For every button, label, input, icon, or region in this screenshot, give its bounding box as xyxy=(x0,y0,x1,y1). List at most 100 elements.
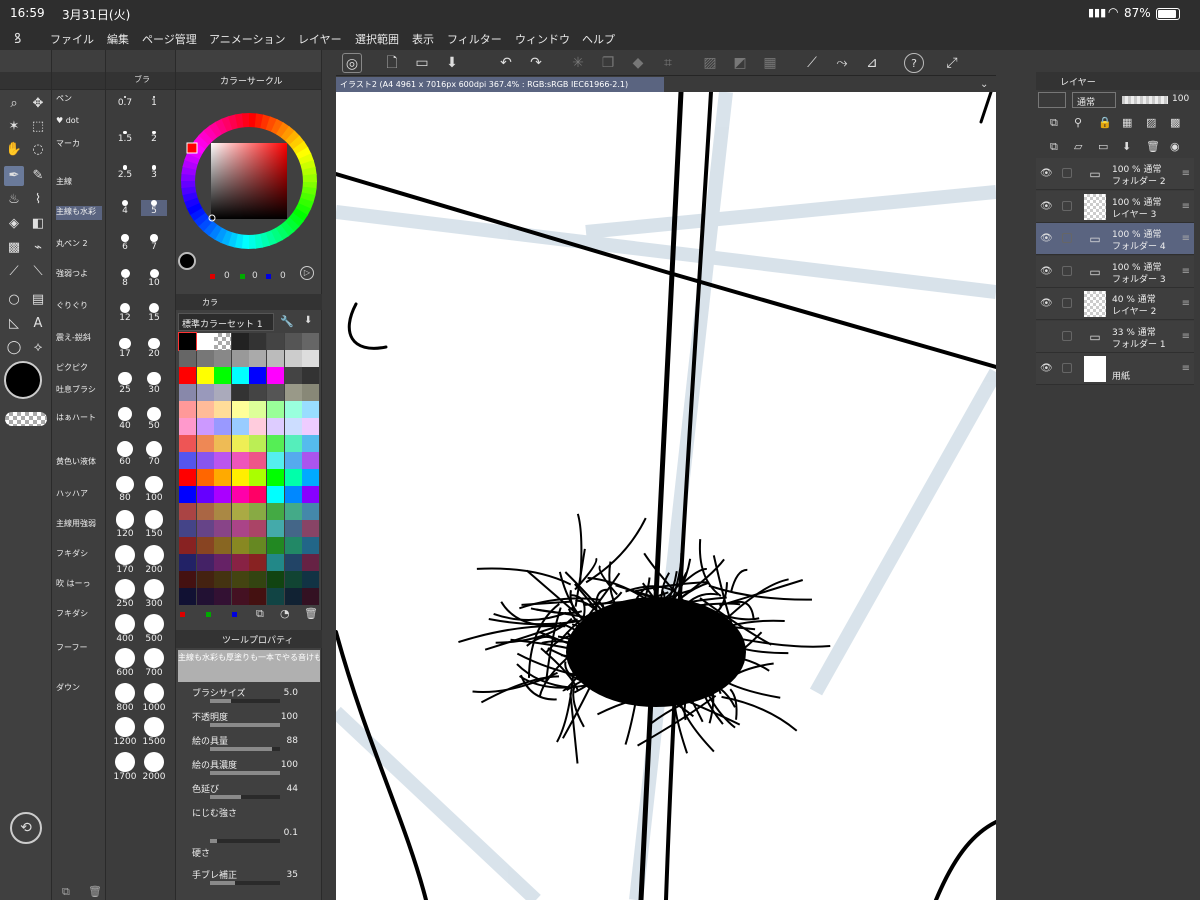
color-swatch[interactable] xyxy=(231,401,249,418)
color-swatch[interactable] xyxy=(249,588,267,605)
brush-size-item[interactable]: 500 xyxy=(141,613,167,644)
subtool-item[interactable]: はぁハート xyxy=(56,412,102,426)
color-swatch[interactable] xyxy=(284,520,302,537)
menu-page[interactable]: ページ管理 xyxy=(142,31,197,47)
color-swatch[interactable] xyxy=(267,350,284,367)
color-set-select[interactable]: 標準カラーセット 1 xyxy=(178,313,274,331)
transform-icon[interactable]: ✳ xyxy=(568,53,588,73)
color-swatch[interactable] xyxy=(249,571,267,588)
eraser-icon[interactable]: ◧ xyxy=(28,214,48,234)
color-swatch[interactable] xyxy=(231,503,249,520)
color-swatch[interactable] xyxy=(179,520,196,537)
lasso-icon[interactable]: ◌ xyxy=(28,140,48,160)
brush-size-item[interactable]: 5 xyxy=(141,199,167,216)
color-swatch[interactable] xyxy=(267,520,284,537)
color-swatch[interactable] xyxy=(302,554,320,571)
brush-size-item[interactable]: 12 xyxy=(112,303,138,323)
fullscreen-icon[interactable]: ⤢ xyxy=(942,53,962,73)
brush-size-item[interactable]: 20 xyxy=(141,337,167,359)
main-color-swatch[interactable] xyxy=(4,361,42,399)
ruler-layer-icon[interactable]: ▩ xyxy=(1170,116,1180,129)
brush-size-item[interactable]: 60 xyxy=(112,441,138,467)
subtool-item[interactable]: 吹 はーっ xyxy=(56,578,102,592)
layer-menu-icon[interactable]: ≡ xyxy=(1182,233,1190,244)
brush-size-item[interactable]: 2.5 xyxy=(112,165,138,180)
clip-icon[interactable]: ⧉ xyxy=(1050,116,1058,130)
color-swatch[interactable] xyxy=(302,588,320,605)
menu-selection[interactable]: 選択範囲 xyxy=(355,31,399,47)
color-swatch[interactable] xyxy=(231,367,249,384)
color-swatch[interactable] xyxy=(196,537,214,554)
text-icon[interactable]: A xyxy=(28,314,48,334)
color-swatch[interactable] xyxy=(284,333,302,350)
color-swatch[interactable] xyxy=(284,452,302,469)
brush-size-item[interactable]: 100 xyxy=(141,475,167,503)
color-swatch[interactable] xyxy=(267,469,284,486)
copy-icon[interactable]: ❐ xyxy=(598,53,618,73)
color-swatch[interactable] xyxy=(214,350,232,367)
balloon-icon[interactable]: ◯ xyxy=(4,338,24,358)
subtool-item[interactable]: 黄色い液体 xyxy=(56,456,102,470)
color-swatch[interactable] xyxy=(267,401,284,418)
brush-size-item[interactable]: 400 xyxy=(112,613,138,644)
color-swatch[interactable] xyxy=(196,469,214,486)
subtool-item[interactable]: 主線用強弱 xyxy=(56,518,102,532)
color-swatch[interactable] xyxy=(179,418,196,435)
brush-size-item[interactable]: 1 xyxy=(141,96,167,108)
modifier-key-icon[interactable]: ⟲ xyxy=(10,812,42,844)
color-swatch[interactable] xyxy=(302,452,320,469)
invert-selection-icon[interactable]: ◩ xyxy=(730,53,750,73)
brush-size-item[interactable]: 10 xyxy=(141,268,167,288)
document-tab[interactable]: イラスト2 (A4 4961 x 7016px 600dpi 367.4% : … xyxy=(336,77,664,92)
brush-size-item[interactable]: 600 xyxy=(112,648,138,678)
color-swatch[interactable] xyxy=(284,503,302,520)
color-swatch[interactable] xyxy=(196,486,214,503)
transfer-down-icon[interactable]: ⬇ xyxy=(1122,140,1131,153)
color-swatch[interactable] xyxy=(284,384,302,401)
brush-size-item[interactable]: 70 xyxy=(141,441,167,467)
help-icon[interactable]: ? xyxy=(904,53,924,73)
color-swatch[interactable] xyxy=(302,401,320,418)
color-swatch[interactable] xyxy=(284,435,302,452)
subtool-item[interactable]: フキダシ xyxy=(56,608,102,622)
current-color[interactable] xyxy=(178,252,196,270)
transparent-color-swatch[interactable] xyxy=(5,412,47,426)
tool-property-row[interactable]: 絵の具量 88 xyxy=(180,734,318,756)
color-swatch[interactable] xyxy=(249,486,267,503)
blend-icon[interactable]: ⟋ xyxy=(4,262,24,282)
color-swatch[interactable] xyxy=(284,418,302,435)
brush-size-item[interactable]: 3 xyxy=(141,165,167,180)
fill-icon[interactable]: ◆ xyxy=(628,53,648,73)
tool-property-value[interactable]: 100 xyxy=(281,760,298,770)
color-swatch[interactable] xyxy=(196,367,214,384)
layer-menu-icon[interactable]: ≡ xyxy=(1182,168,1190,179)
brush-size-item[interactable]: 8 xyxy=(112,268,138,288)
add-color-icon[interactable]: ⧉ xyxy=(256,607,264,621)
color-swatch[interactable] xyxy=(231,520,249,537)
color-swatch[interactable] xyxy=(284,469,302,486)
layer-checkbox[interactable] xyxy=(1062,298,1072,308)
color-swatch[interactable] xyxy=(284,554,302,571)
color-swatch[interactable] xyxy=(267,435,284,452)
color-swatch[interactable] xyxy=(249,503,267,520)
save-icon[interactable]: ⬇ xyxy=(442,53,462,73)
brush-size-item[interactable]: 300 xyxy=(141,579,167,609)
color-swatch[interactable] xyxy=(302,350,320,367)
tool-property-row[interactable]: 0.1 xyxy=(180,826,318,848)
brush-size-item[interactable]: 1200 xyxy=(112,717,138,747)
brush-size-item[interactable]: 30 xyxy=(141,372,167,395)
brush-size-tab[interactable]: ブラ xyxy=(134,74,150,85)
color-swatch[interactable] xyxy=(214,435,232,452)
reference-icon[interactable]: ⚲ xyxy=(1074,116,1082,129)
color-swatch[interactable] xyxy=(179,537,196,554)
layer-menu-icon[interactable]: ≡ xyxy=(1182,266,1190,277)
color-swatch[interactable] xyxy=(214,486,232,503)
color-swatch[interactable] xyxy=(179,469,196,486)
brush-size-item[interactable]: 6 xyxy=(112,234,138,252)
brush-size-item[interactable]: 40 xyxy=(112,406,138,431)
brush-size-item[interactable]: 4 xyxy=(112,199,138,216)
layer-row[interactable]: 👁 用紙 ≡ xyxy=(1036,353,1194,385)
color-swatch[interactable] xyxy=(231,537,249,554)
color-swatch[interactable] xyxy=(196,333,214,350)
app-icon[interactable]: ◎ xyxy=(342,53,362,73)
